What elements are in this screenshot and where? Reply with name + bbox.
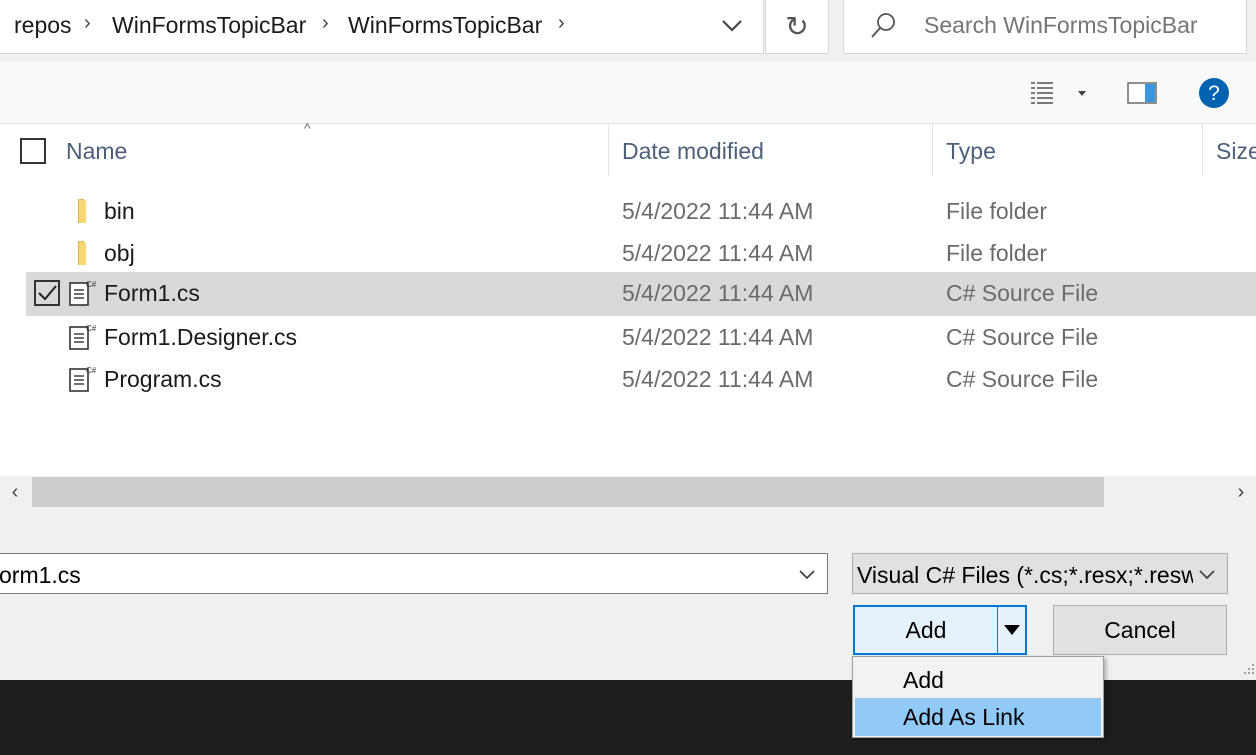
svg-text:C#: C# xyxy=(86,366,96,375)
menu-item-add-as-link[interactable]: Add As Link xyxy=(855,698,1101,736)
file-name: Program.cs xyxy=(104,366,222,392)
check-icon xyxy=(38,285,57,301)
column-header-name[interactable]: Name xyxy=(66,124,127,178)
file-type: File folder xyxy=(946,240,1047,266)
help-icon: ? xyxy=(1199,78,1229,108)
toolbar: ? xyxy=(0,62,1256,124)
svg-text:C#: C# xyxy=(86,280,96,289)
file-name: obj xyxy=(104,240,135,266)
file-type-selected: Visual C# Files (*.cs;*.resx;*.resw; xyxy=(857,562,1193,588)
address-row: repos › WinFormsTopicBar › WinFormsTopic… xyxy=(0,0,1256,62)
csharp-file-icon: C# xyxy=(69,280,96,306)
file-date: 5/4/2022 11:44 AM xyxy=(622,324,814,350)
add-button[interactable]: Add xyxy=(855,607,997,653)
scroll-left-icon[interactable]: ‹ xyxy=(0,476,30,508)
svg-text:?: ? xyxy=(1208,82,1220,105)
chevron-down-icon xyxy=(722,20,742,32)
menu-item-add[interactable]: Add xyxy=(855,661,1101,699)
search-box[interactable] xyxy=(843,0,1247,54)
breadcrumb-item-winformstopicbar-current[interactable]: WinFormsTopicBar xyxy=(348,12,542,39)
recent-locations-button[interactable] xyxy=(712,10,752,42)
refresh-button[interactable]: ↻ xyxy=(765,0,829,54)
svg-text:C#: C# xyxy=(86,324,96,333)
add-dropdown-button[interactable] xyxy=(998,607,1025,653)
column-separator[interactable] xyxy=(1202,124,1203,176)
sort-ascending-icon: ^ xyxy=(304,120,311,136)
help-button[interactable]: ? xyxy=(1196,76,1232,110)
list-item[interactable]: C# Form1.Designer.cs 5/4/2022 11:44 AM C… xyxy=(26,316,1256,358)
cancel-button[interactable]: Cancel xyxy=(1053,605,1227,655)
file-type: File folder xyxy=(946,198,1047,224)
file-name-combobox[interactable] xyxy=(0,553,828,594)
breadcrumb-item-winformstopicbar[interactable]: WinFormsTopicBar xyxy=(112,12,306,39)
csharp-file-icon: C# xyxy=(69,324,96,350)
column-header-date-modified[interactable]: Date modified xyxy=(622,124,764,178)
folder-icon xyxy=(78,199,86,223)
preview-pane-icon xyxy=(1127,82,1157,104)
caret-down-icon xyxy=(1078,91,1086,96)
add-split-button[interactable]: Add xyxy=(853,605,1027,655)
column-header-size[interactable]: Size xyxy=(1216,124,1256,178)
column-separator[interactable] xyxy=(932,124,933,176)
column-header-type[interactable]: Type xyxy=(946,124,996,178)
details-view-icon xyxy=(1031,82,1053,104)
file-name: Form1.cs xyxy=(104,280,200,306)
horizontal-scrollbar[interactable]: ‹ › xyxy=(0,476,1256,508)
list-item-selected[interactable]: C# Form1.cs 5/4/2022 11:44 AM C# Source … xyxy=(26,272,1256,316)
list-item[interactable]: bin 5/4/2022 11:44 AM File folder xyxy=(26,190,1256,232)
list-item[interactable]: C# Program.cs 5/4/2022 11:44 AM C# Sourc… xyxy=(26,358,1256,400)
scroll-right-icon[interactable]: › xyxy=(1226,476,1256,508)
row-checkbox[interactable] xyxy=(34,280,60,306)
refresh-icon: ↻ xyxy=(785,11,809,42)
file-date: 5/4/2022 11:44 AM xyxy=(622,240,814,266)
chevron-down-icon xyxy=(1199,570,1215,580)
chevron-down-icon[interactable] xyxy=(795,562,819,586)
chevron-right-icon[interactable]: › xyxy=(322,12,329,35)
add-options-menu: Add Add As Link xyxy=(852,656,1104,738)
file-name-input[interactable] xyxy=(0,562,779,589)
csharp-file-icon: C# xyxy=(69,366,96,392)
breadcrumb-item-repos[interactable]: repos xyxy=(14,12,72,39)
resize-grip-icon[interactable] xyxy=(1240,660,1256,676)
column-separator[interactable] xyxy=(608,124,609,176)
preview-pane-button[interactable] xyxy=(1122,76,1162,110)
file-name: bin xyxy=(104,198,135,224)
file-date: 5/4/2022 11:44 AM xyxy=(622,280,814,306)
list-item[interactable]: obj 5/4/2022 11:44 AM File folder xyxy=(26,232,1256,274)
file-name: Form1.Designer.cs xyxy=(104,324,298,350)
scrollbar-thumb[interactable] xyxy=(32,477,1104,507)
select-all-checkbox[interactable] xyxy=(20,138,46,164)
file-type: C# Source File xyxy=(946,366,1099,392)
file-type: C# Source File xyxy=(946,324,1099,350)
caret-down-icon xyxy=(1003,625,1020,635)
file-list: ^ Name Date modified Type Size bin 5/4/2… xyxy=(0,120,1256,476)
file-date: 5/4/2022 11:44 AM xyxy=(622,198,814,224)
view-options-button[interactable] xyxy=(1026,76,1092,110)
file-type-select[interactable]: Visual C# Files (*.cs;*.resx;*.resw; xyxy=(852,553,1228,594)
folder-icon xyxy=(78,241,86,265)
file-type: C# Source File xyxy=(946,280,1099,306)
search-input[interactable] xyxy=(924,12,1234,39)
chevron-right-icon[interactable]: › xyxy=(84,12,91,35)
search-icon xyxy=(871,13,895,38)
chevron-right-icon[interactable]: › xyxy=(558,12,565,35)
file-date: 5/4/2022 11:44 AM xyxy=(622,366,814,392)
address-bar[interactable]: repos › WinFormsTopicBar › WinFormsTopic… xyxy=(0,0,764,54)
